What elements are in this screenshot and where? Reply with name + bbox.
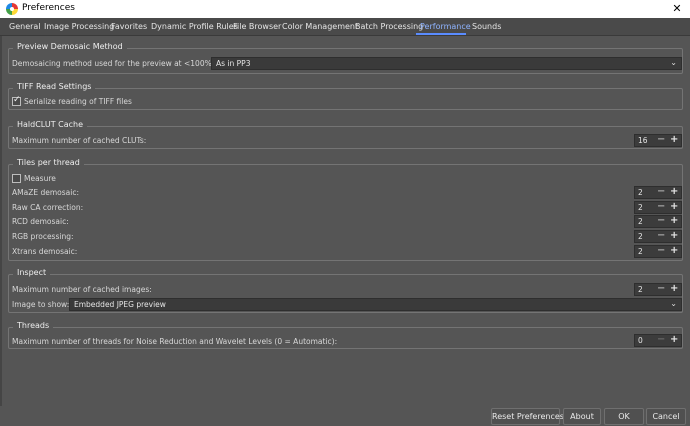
tab-sounds[interactable]: Sounds [472, 22, 501, 31]
inspect-group: Inspect Maximum number of cached images:… [8, 268, 683, 313]
window-title: Preferences [22, 3, 75, 13]
threads-value: 0 [638, 336, 643, 345]
decrement-button[interactable]: − [657, 230, 665, 241]
tab-dynamic-profile-rules[interactable]: Dynamic Profile Rules [151, 22, 238, 31]
haldclut-label: Maximum number of cached CLUTs: [12, 136, 147, 145]
increment-button[interactable]: + [670, 186, 678, 197]
decrement-button[interactable]: − [657, 245, 665, 256]
haldclut-value: 16 [638, 136, 648, 145]
threads-spinner[interactable]: 0 − + [634, 334, 682, 347]
tab-batch-processing[interactable]: Batch Processing [355, 22, 423, 31]
decrement-button[interactable]: − [657, 186, 665, 197]
rcd-label: RCD demosaic: [12, 217, 69, 226]
chevron-down-icon: ⌄ [670, 299, 677, 308]
title-bar: Preferences ✕ [0, 0, 690, 18]
tiles-per-thread-title: Tiles per thread [13, 158, 84, 167]
image-to-show-select[interactable]: Embedded JPEG preview ⌄ [69, 298, 682, 311]
decrement-button[interactable]: − [657, 215, 665, 226]
app-logo-icon [6, 3, 18, 15]
tiff-read-group: TIFF Read Settings Serialize reading of … [8, 82, 683, 110]
increment-button[interactable]: + [670, 230, 678, 241]
chevron-down-icon: ⌄ [670, 58, 677, 67]
raw-ca-spinner[interactable]: 2 − + [634, 201, 682, 214]
ok-button[interactable]: OK [604, 408, 644, 425]
haldclut-title: HaldCLUT Cache [13, 120, 88, 129]
amaze-value: 2 [638, 188, 643, 197]
preview-demosaic-title: Preview Demosaic Method [13, 42, 127, 51]
cached-images-label: Maximum number of cached images: [12, 285, 152, 294]
xtrans-spinner[interactable]: 2 − + [634, 245, 682, 258]
close-icon[interactable]: ✕ [670, 2, 684, 15]
reset-preferences-button[interactable]: Reset Preferences [491, 408, 564, 425]
cached-images-spinner[interactable]: 2 − + [634, 283, 682, 296]
xtrans-value: 2 [638, 247, 643, 256]
preview-demosaic-group: Preview Demosaic Method Demosaicing meth… [8, 42, 683, 74]
increment-button[interactable]: + [670, 201, 678, 212]
haldclut-group: HaldCLUT Cache Maximum number of cached … [8, 120, 683, 149]
tab-bar: General Image Processing Favorites Dynam… [0, 18, 690, 36]
preview-demosaic-value: As in PP3 [216, 59, 251, 68]
tiles-per-thread-group: Tiles per thread Measure AMaZE demosaic:… [8, 158, 683, 261]
amaze-spinner[interactable]: 2 − + [634, 186, 682, 199]
decrement-button[interactable]: − [657, 334, 665, 345]
raw-ca-value: 2 [638, 203, 643, 212]
increment-button[interactable]: + [670, 134, 678, 145]
active-tab-indicator [416, 33, 466, 35]
preview-demosaic-label: Demosaicing method used for the preview … [12, 59, 238, 68]
tab-color-management[interactable]: Color Management [282, 22, 358, 31]
measure-checkbox[interactable] [12, 174, 21, 183]
cached-images-value: 2 [638, 285, 643, 294]
rgb-processing-spinner[interactable]: 2 − + [634, 230, 682, 243]
serialize-tiff-checkbox[interactable] [12, 95, 21, 106]
decrement-button[interactable]: − [657, 134, 665, 145]
inspect-title: Inspect [13, 268, 51, 277]
increment-button[interactable]: + [670, 334, 678, 345]
tab-file-browser[interactable]: File Browser [233, 22, 281, 31]
rgb-processing-label: RGB processing: [12, 232, 74, 241]
tab-performance[interactable]: Performance [420, 22, 471, 31]
amaze-label: AMaZE demosaic: [12, 188, 79, 197]
image-to-show-value: Embedded JPEG preview [74, 300, 166, 309]
raw-ca-label: Raw CA correction: [12, 203, 84, 212]
panel-left-border [0, 36, 2, 406]
measure-label: Measure [24, 174, 56, 183]
decrement-button[interactable]: − [657, 283, 665, 294]
tab-favorites[interactable]: Favorites [111, 22, 147, 31]
tiff-read-title: TIFF Read Settings [13, 82, 96, 91]
increment-button[interactable]: + [670, 245, 678, 256]
cancel-button[interactable]: Cancel [646, 408, 686, 425]
threads-label: Maximum number of threads for Noise Redu… [12, 337, 338, 346]
tab-general[interactable]: General [9, 22, 41, 31]
preview-demosaic-select[interactable]: As in PP3 ⌄ [211, 57, 682, 70]
xtrans-label: Xtrans demosaic: [12, 247, 78, 256]
threads-group: Threads Maximum number of threads for No… [8, 321, 683, 349]
image-to-show-label: Image to show: [12, 300, 70, 309]
decrement-button[interactable]: − [657, 201, 665, 212]
threads-title: Threads [13, 321, 54, 330]
rgb-processing-value: 2 [638, 232, 643, 241]
serialize-tiff-label: Serialize reading of TIFF files [24, 97, 132, 106]
tab-image-processing[interactable]: Image Processing [44, 22, 114, 31]
rcd-value: 2 [638, 217, 643, 226]
increment-button[interactable]: + [670, 283, 678, 294]
increment-button[interactable]: + [670, 215, 678, 226]
about-button[interactable]: About [563, 408, 601, 425]
haldclut-spinner[interactable]: 16 − + [634, 134, 682, 147]
rcd-spinner[interactable]: 2 − + [634, 215, 682, 228]
